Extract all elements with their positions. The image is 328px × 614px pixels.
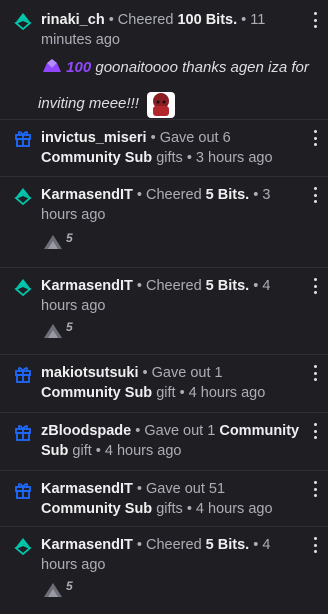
more-options-button[interactable] (312, 12, 318, 28)
cheer-bits-amount: 100 (66, 59, 92, 76)
more-options-button[interactable] (312, 130, 318, 146)
event-prefix: • Cheered (132, 187, 206, 203)
feed-item-text: zBloodspade • Gave out 1 Community Sub g… (41, 421, 304, 461)
feed-item-text: KarmasendIT • Cheered 5 Bits. • 3 hours … (41, 185, 304, 225)
cheer-message: 100 goonaitoooo thanks agen iza for invi… (38, 50, 314, 122)
gift-icon (15, 131, 31, 147)
event-amount: 5 Bits. (205, 278, 250, 294)
cheermote: 5 (43, 320, 73, 339)
activity-feed: rinaki_ch • Cheered 100 Bits. • 11 minut… (0, 0, 328, 614)
feed-item: invictus_miseri • Gave out 6 Community S… (0, 120, 328, 177)
feed-item-text: rinaki_ch • Cheered 100 Bits. • 11 minut… (41, 10, 304, 50)
bits-icon (14, 279, 32, 296)
feed-item-text: KarmasendIT • Gave out 51 Community Sub … (41, 479, 304, 519)
event-amount: Community Sub (41, 385, 153, 401)
username-link[interactable]: makiotsutsuki (41, 365, 139, 381)
bits-icon (14, 13, 32, 30)
feed-item-text: makiotsutsuki • Gave out 1 Community Sub… (41, 363, 304, 403)
feed-item: KarmasendIT • Cheered 5 Bits. • 3 hours … (0, 177, 328, 268)
gift-icon (15, 367, 31, 383)
cheermote-amount: 5 (66, 231, 73, 245)
cheermote: 5 (43, 579, 73, 598)
feed-item-text: KarmasendIT • Cheered 5 Bits. • 4 hours … (41, 276, 304, 316)
username-link[interactable]: rinaki_ch (41, 12, 105, 28)
feed-item: rinaki_ch • Cheered 100 Bits. • 11 minut… (0, 0, 328, 120)
username-link[interactable]: KarmasendIT (41, 537, 133, 553)
cheermote-icon (44, 583, 62, 597)
username-link[interactable]: KarmasendIT (41, 187, 133, 203)
more-options-button[interactable] (312, 481, 318, 497)
event-amount: 5 Bits. (205, 187, 250, 203)
event-prefix: • Cheered (132, 537, 206, 553)
feed-item: KarmasendIT • Cheered 5 Bits. • 4 hours … (0, 268, 328, 355)
event-prefix: • Gave out 51 (132, 481, 226, 497)
event-suffix: gifts • 3 hours ago (152, 150, 273, 166)
cheermote-amount: 5 (66, 320, 73, 334)
feed-item-text: invictus_miseri • Gave out 6 Community S… (41, 128, 304, 168)
username-link[interactable]: KarmasendIT (41, 481, 133, 497)
event-suffix: gift • 4 hours ago (152, 385, 266, 401)
gift-icon (15, 483, 31, 499)
more-options-button[interactable] (312, 187, 318, 203)
event-prefix: • Gave out 1 (131, 423, 220, 439)
feed-item: makiotsutsuki • Gave out 1 Community Sub… (0, 355, 328, 413)
event-suffix: gifts • 4 hours ago (152, 501, 273, 517)
event-prefix: • Gave out 1 (138, 365, 223, 381)
username-link[interactable]: KarmasendIT (41, 278, 133, 294)
event-amount: 5 Bits. (205, 537, 250, 553)
cheermote-amount: 5 (66, 579, 73, 593)
feed-item: KarmasendIT • Cheered 5 Bits. • 4 hours … (0, 527, 328, 614)
cheermote-icon (43, 59, 61, 72)
emote-icon (147, 92, 176, 119)
bits-icon (14, 538, 32, 555)
event-amount: Community Sub (41, 501, 153, 517)
feed-item: zBloodspade • Gave out 1 Community Sub g… (0, 413, 328, 471)
bits-icon (14, 188, 32, 205)
event-suffix: gift • 4 hours ago (68, 443, 182, 459)
feed-item: KarmasendIT • Gave out 51 Community Sub … (0, 471, 328, 527)
username-link[interactable]: zBloodspade (41, 423, 131, 439)
event-amount: 100 Bits. (177, 12, 238, 28)
cheermote: 5 (43, 231, 73, 250)
more-options-button[interactable] (312, 423, 318, 439)
feed-item-text: KarmasendIT • Cheered 5 Bits. • 4 hours … (41, 535, 304, 575)
gift-icon (15, 425, 31, 441)
event-prefix: • Cheered (104, 12, 178, 28)
username-link[interactable]: invictus_miseri (41, 130, 147, 146)
event-prefix: • Cheered (132, 278, 206, 294)
cheermote-icon (44, 324, 62, 338)
more-options-button[interactable] (312, 365, 318, 381)
more-options-button[interactable] (312, 537, 318, 553)
event-amount: Community Sub (41, 150, 153, 166)
more-options-button[interactable] (312, 278, 318, 294)
event-prefix: • Gave out 6 (146, 130, 231, 146)
cheermote-icon (44, 235, 62, 249)
